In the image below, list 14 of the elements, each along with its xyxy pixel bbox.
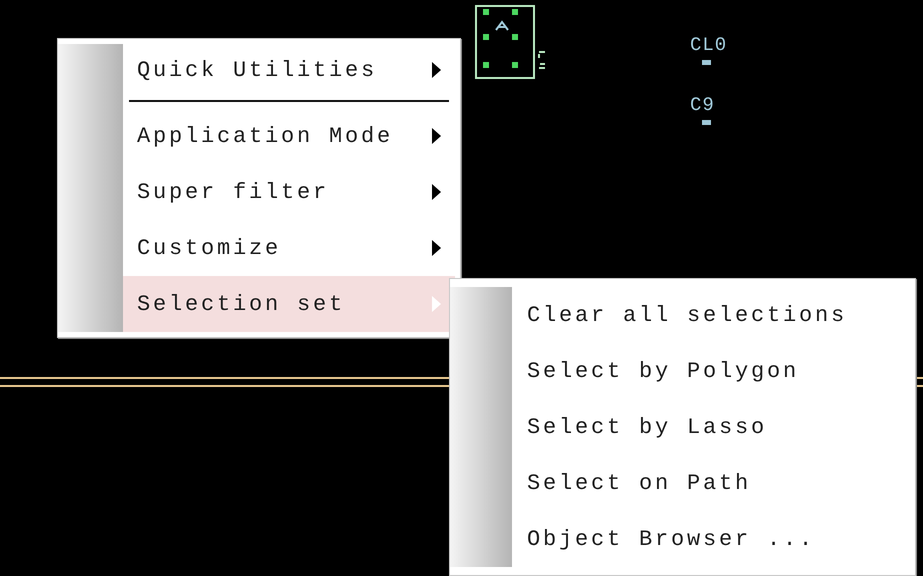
menu-item[interactable]: Select by Polygon [512, 343, 910, 399]
menu-item[interactable]: Object Browser ... [512, 511, 910, 567]
menu-item[interactable]: Super filter [123, 164, 455, 220]
pad-icon [702, 120, 711, 125]
menu-item[interactable]: Application Mode [123, 108, 455, 164]
menu-item[interactable]: Quick Utilities [123, 44, 455, 96]
component-label: C9 [690, 96, 715, 115]
component-label: CL0 [690, 36, 728, 55]
menu-item[interactable]: Selection set [123, 276, 455, 332]
menu-item[interactable]: Select by Lasso [512, 399, 910, 455]
menu-item[interactable]: Clear all selections [512, 287, 910, 343]
menu-item[interactable]: Select on Path [512, 455, 910, 511]
pad-icon [702, 60, 711, 65]
menu-item[interactable]: Customize [123, 220, 455, 276]
